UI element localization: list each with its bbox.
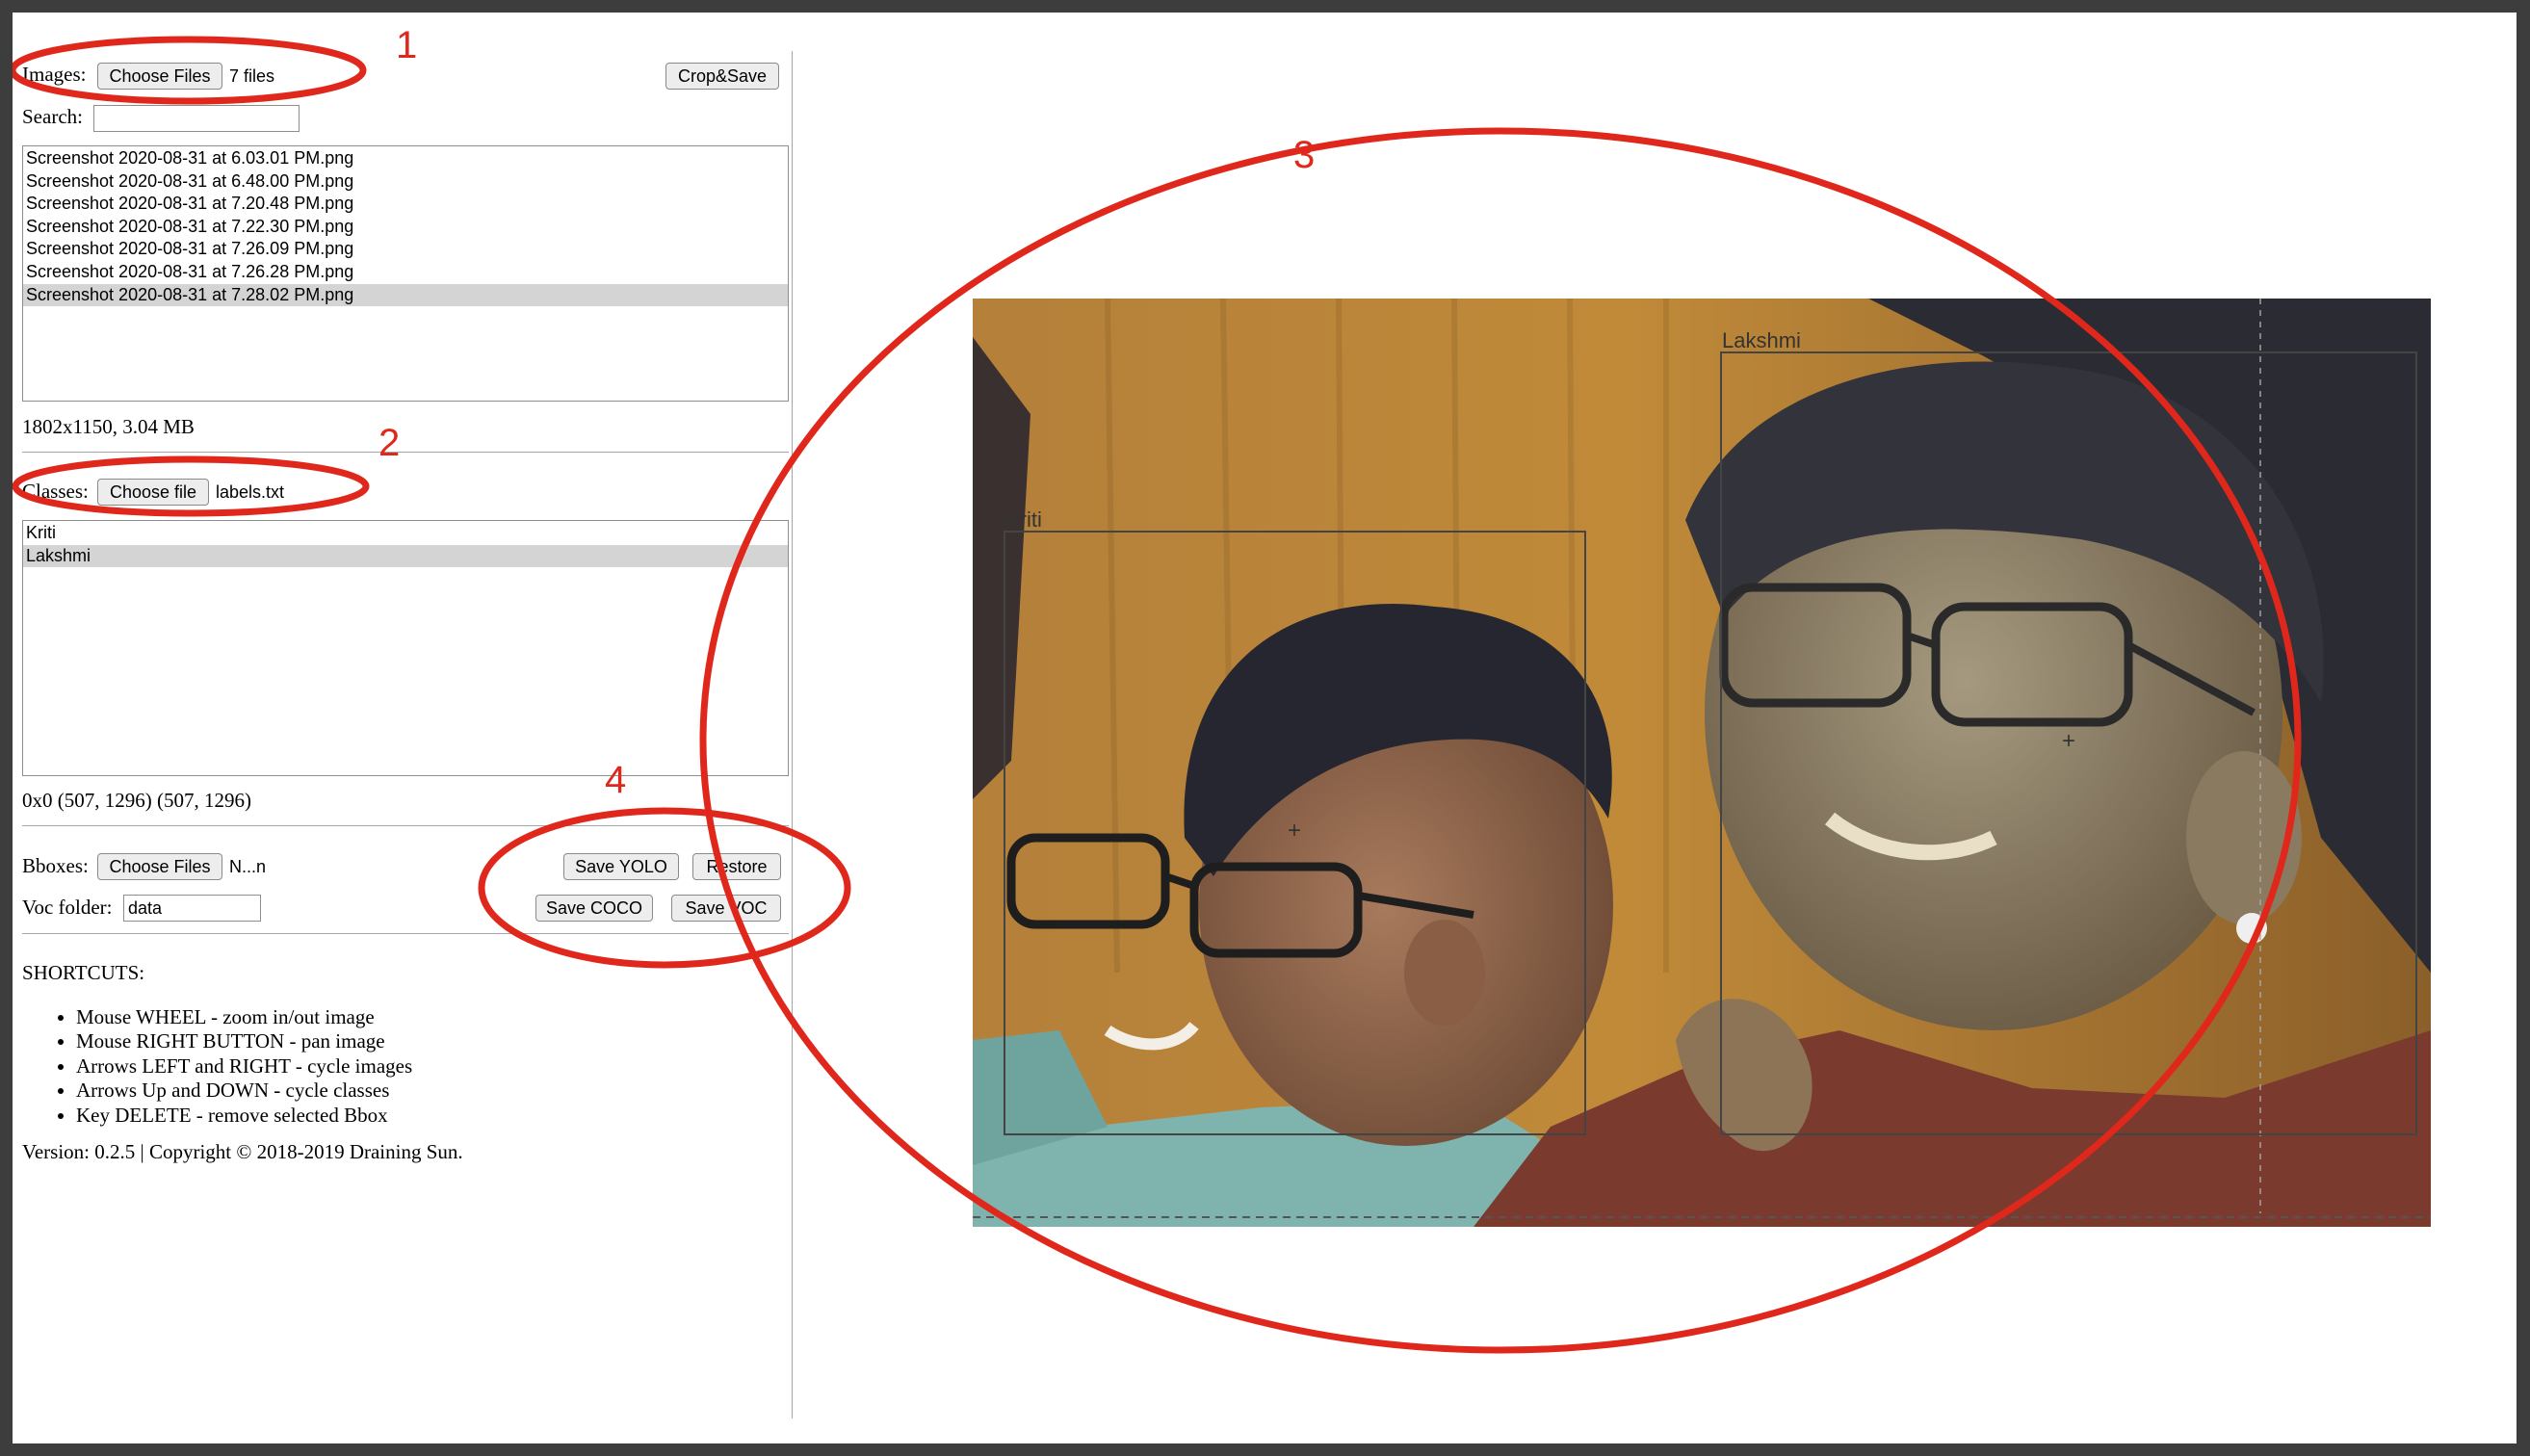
app-page: Images: Choose Files 7 files Crop&Save S… — [13, 13, 2517, 1443]
annotation-overlay — [13, 36, 2302, 1354]
annotation-number-3: 3 — [1293, 134, 1316, 176]
annotation-ellipse-3 — [699, 127, 2302, 1354]
annotation-number-1: 1 — [396, 24, 418, 66]
annotation-ellipse-4 — [478, 807, 851, 969]
annotation-ellipse-2 — [13, 455, 370, 517]
annotation-ellipse-1 — [13, 36, 367, 105]
annotation-number-2: 2 — [378, 422, 401, 464]
annotation-number-4: 4 — [605, 759, 627, 801]
